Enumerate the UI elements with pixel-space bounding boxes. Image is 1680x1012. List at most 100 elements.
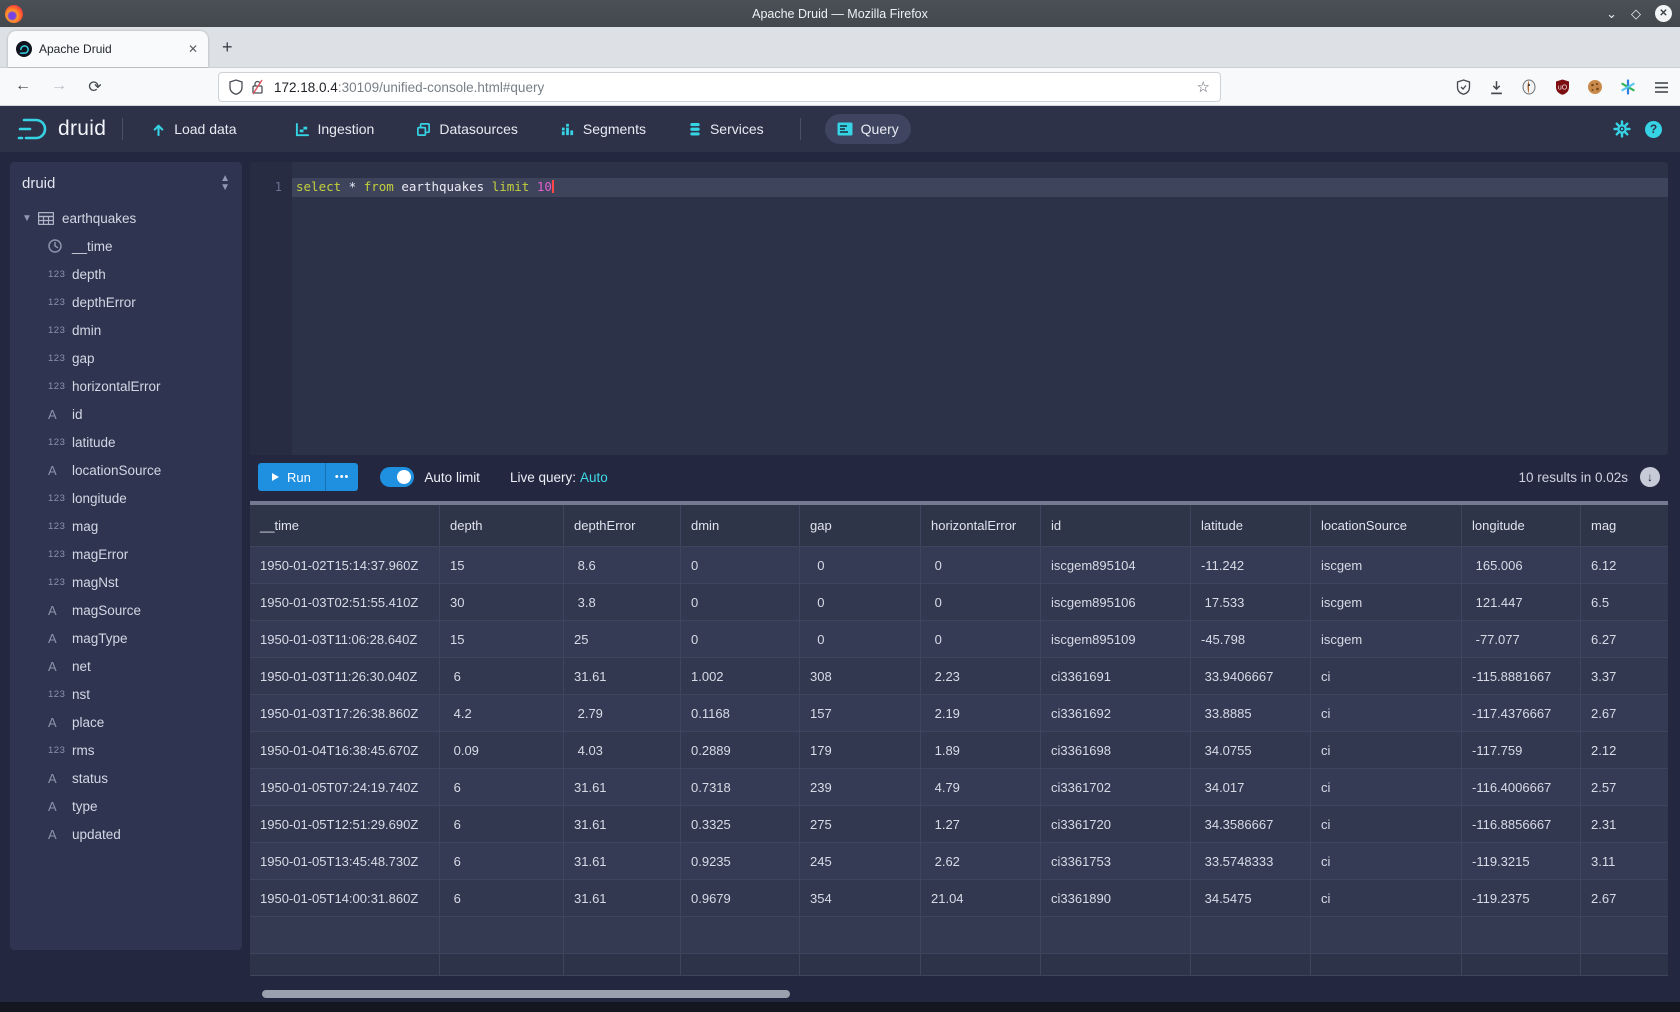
table-cell[interactable]: 34.0755 (1191, 732, 1311, 769)
sidebar-column-magSource[interactable]: AmagSource (10, 596, 242, 624)
sidebar-column-type[interactable]: Atype (10, 792, 242, 820)
table-cell[interactable]: 275 (800, 806, 921, 843)
back-icon[interactable]: ← (8, 77, 38, 97)
table-cell[interactable]: -45.798 (1191, 621, 1311, 658)
help-icon[interactable]: ? (1645, 121, 1662, 138)
column-header-longitude[interactable]: longitude (1462, 505, 1581, 547)
table-cell[interactable]: -119.2375 (1462, 880, 1581, 917)
table-cell[interactable]: 34.3586667 (1191, 806, 1311, 843)
table-cell[interactable]: 1950-01-05T07:24:19.740Z (250, 769, 440, 806)
table-cell[interactable]: ci (1311, 806, 1462, 843)
chevron-down-icon[interactable]: ▼ (22, 213, 38, 224)
table-cell[interactable]: -117.4376667 (1462, 695, 1581, 732)
table-cell[interactable]: 2.12 (1581, 732, 1668, 769)
table-cell[interactable]: 8.6 (564, 547, 681, 584)
table-cell[interactable]: -117.759 (1462, 732, 1581, 769)
sidebar-column-gap[interactable]: 123gap (10, 344, 242, 372)
table-cell[interactable]: iscgem (1311, 621, 1462, 658)
schema-selector[interactable]: druid ▲▼ (10, 162, 242, 204)
sidebar-column-latitude[interactable]: 123latitude (10, 428, 242, 456)
table-cell[interactable]: 34.017 (1191, 769, 1311, 806)
table-cell[interactable]: 2.79 (564, 695, 681, 732)
table-cell[interactable]: -119.3215 (1462, 843, 1581, 880)
table-cell[interactable]: 1.002 (681, 658, 800, 695)
table-cell[interactable]: 34.5475 (1191, 880, 1311, 917)
column-header-depth[interactable]: depth (440, 505, 564, 547)
table-cell[interactable]: 0.3325 (681, 806, 800, 843)
table-cell[interactable]: 0 (921, 584, 1041, 621)
table-cell[interactable]: 0.9235 (681, 843, 800, 880)
sidebar-column-net[interactable]: Anet (10, 652, 242, 680)
table-cell[interactable]: 1.89 (921, 732, 1041, 769)
table-cell[interactable]: 179 (800, 732, 921, 769)
table-cell[interactable]: 1950-01-03T02:51:55.410Z (250, 584, 440, 621)
table-cell[interactable]: iscgem (1311, 547, 1462, 584)
table-cell[interactable]: iscgem895104 (1041, 547, 1191, 584)
insecure-lock-icon[interactable] (251, 79, 264, 95)
auto-limit-toggle[interactable] (380, 467, 414, 487)
sidebar-column-status[interactable]: Astatus (10, 764, 242, 792)
table-cell[interactable]: 31.61 (564, 658, 681, 695)
table-cell[interactable]: ci3361698 (1041, 732, 1191, 769)
sidebar-column-depthError[interactable]: 123depthError (10, 288, 242, 316)
nav-load-data[interactable]: Load data (139, 114, 248, 144)
forward-icon[interactable]: → (44, 77, 74, 97)
table-cell[interactable]: ci (1311, 769, 1462, 806)
table-cell[interactable]: 0 (681, 547, 800, 584)
nav-segments[interactable]: Segments (548, 114, 658, 144)
menu-hamburger-icon[interactable] (1652, 78, 1670, 96)
table-cell[interactable]: 3.11 (1581, 843, 1668, 880)
column-header-gap[interactable]: gap (800, 505, 921, 547)
sidebar-column-magType[interactable]: AmagType (10, 624, 242, 652)
table-cell[interactable]: 2.31 (1581, 806, 1668, 843)
maximize-icon[interactable]: ◇ (1631, 7, 1641, 20)
table-cell[interactable]: 1950-01-05T12:51:29.690Z (250, 806, 440, 843)
table-cell[interactable]: 2.57 (1581, 769, 1668, 806)
table-cell[interactable]: -77.077 (1462, 621, 1581, 658)
run-more-button[interactable]: ••• (325, 463, 359, 491)
extension-privacy-badger-icon[interactable] (1520, 78, 1538, 96)
table-cell[interactable]: 0 (681, 621, 800, 658)
table-cell[interactable]: 4.2 (440, 695, 564, 732)
url-bar[interactable]: 172.18.0.4:30109/unified-console.html#qu… (218, 72, 1221, 102)
table-cell[interactable]: 239 (800, 769, 921, 806)
column-header-depthError[interactable]: depthError (564, 505, 681, 547)
table-cell[interactable]: 6 (440, 769, 564, 806)
minimize-icon[interactable]: ⌄ (1606, 7, 1617, 20)
table-cell[interactable]: -115.8881667 (1462, 658, 1581, 695)
extension-ublock-icon[interactable]: uO (1553, 78, 1571, 96)
table-cell[interactable]: 1950-01-03T17:26:38.860Z (250, 695, 440, 732)
sidebar-column-id[interactable]: Aid (10, 400, 242, 428)
table-cell[interactable]: 0 (800, 584, 921, 621)
table-cell[interactable]: ci3361720 (1041, 806, 1191, 843)
table-cell[interactable]: ci (1311, 732, 1462, 769)
table-cell[interactable]: 31.61 (564, 880, 681, 917)
table-cell[interactable]: 1950-01-03T11:26:30.040Z (250, 658, 440, 695)
table-cell[interactable]: 25 (564, 621, 681, 658)
table-cell[interactable]: 121.447 (1462, 584, 1581, 621)
table-cell[interactable]: -116.4006667 (1462, 769, 1581, 806)
table-cell[interactable]: 6.12 (1581, 547, 1668, 584)
table-cell[interactable]: 0.7318 (681, 769, 800, 806)
sidebar-column-place[interactable]: Aplace (10, 708, 242, 736)
sidebar-column-locationSource[interactable]: AlocationSource (10, 456, 242, 484)
live-query-label[interactable]: Live query:Auto (510, 470, 608, 485)
table-cell[interactable]: 354 (800, 880, 921, 917)
table-cell[interactable]: 3.8 (564, 584, 681, 621)
table-cell[interactable]: 1950-01-05T13:45:48.730Z (250, 843, 440, 880)
table-cell[interactable]: 33.8885 (1191, 695, 1311, 732)
reload-icon[interactable]: ⟳ (80, 77, 110, 97)
table-cell[interactable]: 31.61 (564, 769, 681, 806)
sidebar-column-rms[interactable]: 123rms (10, 736, 242, 764)
run-button[interactable]: Run (258, 463, 325, 491)
table-cell[interactable]: 4.79 (921, 769, 1041, 806)
nav-query[interactable]: Query (825, 114, 911, 144)
sidebar-column-updated[interactable]: Aupdated (10, 820, 242, 848)
nav-ingestion[interactable]: Ingestion (283, 114, 387, 144)
table-cell[interactable]: 308 (800, 658, 921, 695)
table-cell[interactable]: 4.03 (564, 732, 681, 769)
table-cell[interactable]: 0 (921, 547, 1041, 584)
table-cell[interactable]: 15 (440, 547, 564, 584)
table-cell[interactable]: 0.2889 (681, 732, 800, 769)
table-cell[interactable]: 1950-01-04T16:38:45.670Z (250, 732, 440, 769)
